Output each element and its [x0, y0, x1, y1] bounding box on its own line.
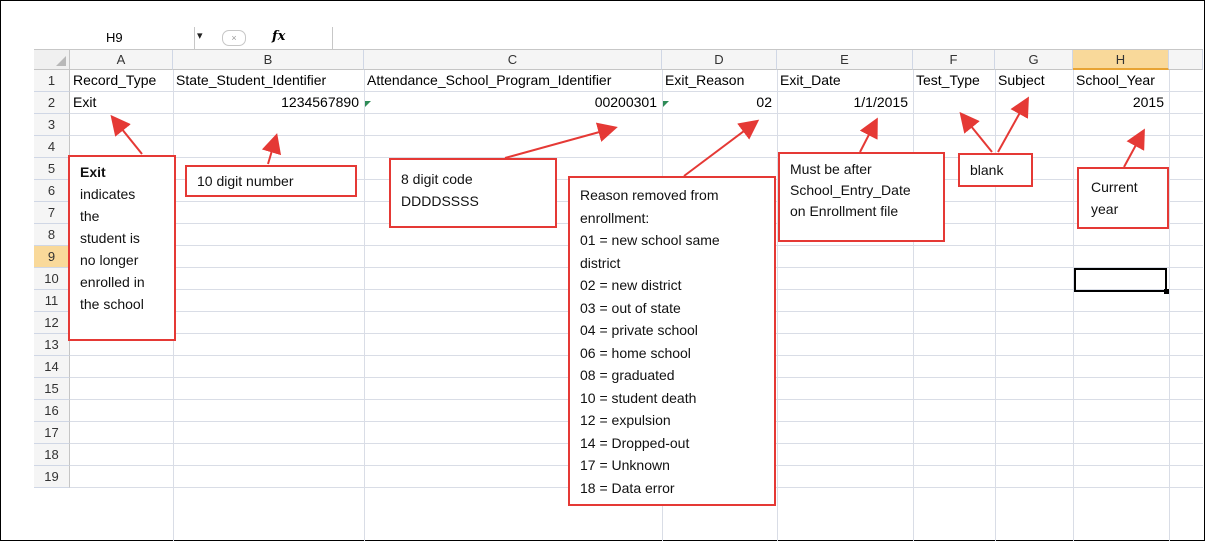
arrow-school-year	[1123, 128, 1145, 168]
arrow-record-type	[110, 114, 143, 155]
arrow-blank-f	[959, 111, 993, 153]
callout-arrows	[110, 96, 1145, 177]
arrow-school-program	[504, 122, 618, 159]
arrow-student-id	[261, 133, 282, 165]
arrow-blank-g	[997, 96, 1029, 153]
arrow-exit-reason	[683, 119, 760, 177]
arrow-exit-date	[859, 117, 878, 153]
